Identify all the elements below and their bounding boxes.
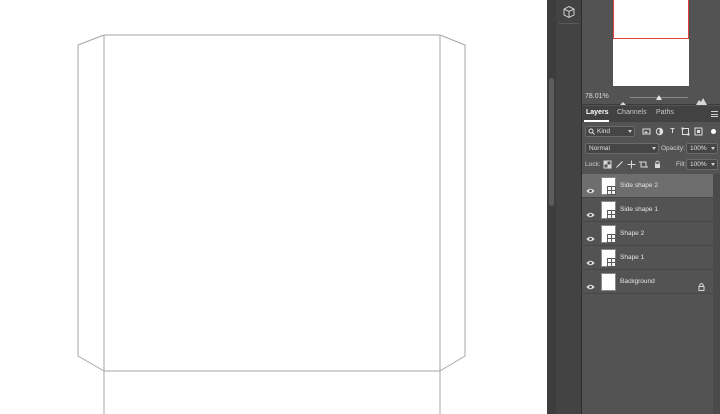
tab-layers[interactable]: Layers [586, 109, 609, 116]
image-filter-icon[interactable] [642, 127, 651, 136]
panel-menu-icon[interactable] [711, 111, 718, 117]
adjustment-filter-icon[interactable] [655, 127, 664, 136]
lock-row: Lock: Fill: 100% [582, 158, 720, 172]
eye-icon[interactable] [586, 206, 595, 218]
fill-field[interactable]: 100% [686, 159, 718, 170]
layer-row-background[interactable]: Background [582, 270, 713, 294]
layer-row-side-shape-2[interactable]: Side shape 2 [582, 174, 713, 198]
layer-thumbnail [601, 225, 616, 243]
type-filter-icon[interactable]: T [668, 127, 677, 136]
blend-row: Normal Opacity: 100% [582, 142, 720, 156]
canvas-scrollbar-thumb[interactable] [549, 78, 554, 206]
shape-layer-icon [607, 210, 616, 219]
zoom-out-icon[interactable] [619, 93, 627, 105]
tab-paths[interactable]: Paths [656, 109, 674, 116]
layer-name[interactable]: Side shape 1 [620, 206, 658, 213]
3d-cube-icon[interactable] [562, 5, 576, 19]
lock-icon[interactable] [698, 278, 705, 291]
layer-thumbnail [601, 249, 616, 267]
canvas-scrollbar[interactable] [547, 0, 556, 414]
zoom-in-icon[interactable] [696, 92, 707, 105]
lock-image-icon[interactable] [615, 160, 624, 169]
document-canvas[interactable] [0, 0, 547, 414]
lock-label: Lock: [585, 161, 601, 168]
layers-list: Side shape 2 Side shape 1 Shape 2 Shape … [582, 174, 720, 414]
filter-kind-label: Kind [597, 128, 611, 135]
shape-layer-icon [607, 186, 616, 195]
filter-kind-dropdown[interactable]: Kind [585, 126, 635, 137]
panel-dock-strip [556, 0, 582, 414]
layer-row-shape-2[interactable]: Shape 2 [582, 222, 713, 246]
dock-separator [559, 23, 579, 24]
layer-name[interactable]: Shape 2 [620, 230, 644, 237]
opacity-field[interactable]: 100% [686, 143, 718, 154]
lock-artboard-icon[interactable] [639, 160, 648, 169]
fill-value: 100% [690, 161, 707, 168]
lock-position-icon[interactable] [627, 160, 636, 169]
left-side-flap [77, 34, 105, 372]
search-icon [588, 128, 595, 135]
shape-filter-icon[interactable] [681, 127, 690, 136]
active-tab-indicator [584, 120, 609, 122]
fill-label: Fill: [676, 161, 687, 168]
layer-name[interactable]: Side shape 2 [620, 182, 658, 189]
chevron-down-icon [711, 163, 715, 166]
navigator-view-box[interactable] [613, 0, 689, 39]
chevron-down-icon [711, 147, 715, 150]
tab-channels[interactable]: Channels [617, 109, 647, 116]
layer-filter-row: Kind T [582, 125, 720, 139]
chevron-down-icon [628, 130, 632, 133]
filter-toggle-icon[interactable] [709, 127, 718, 136]
lock-all-icon[interactable] [653, 160, 662, 169]
layers-scrollbar[interactable] [713, 174, 720, 414]
zoom-slider-handle[interactable] [656, 95, 662, 100]
envelope-outline [77, 34, 466, 414]
navigator-preview[interactable] [613, 0, 689, 86]
layer-row-shape-1[interactable]: Shape 1 [582, 246, 713, 270]
shape-layer-icon [607, 258, 616, 267]
zoom-value[interactable]: 78.01% [585, 93, 609, 100]
layer-thumbnail [601, 177, 616, 195]
eye-icon[interactable] [586, 278, 595, 290]
navigator-panel: 78.01% [582, 0, 720, 105]
panel-tabs: Layers Channels Paths [582, 106, 720, 122]
chevron-down-icon [652, 147, 656, 150]
layer-name[interactable]: Shape 1 [620, 254, 644, 261]
eye-icon[interactable] [586, 182, 595, 194]
lock-transparent-icon[interactable] [603, 160, 612, 169]
right-side-flap [439, 34, 466, 372]
right-panels: 78.01% Layers Channels Paths Kind T Norm… [582, 0, 720, 414]
blend-mode-value: Normal [589, 145, 610, 152]
layer-row-side-shape-1[interactable]: Side shape 1 [582, 198, 713, 222]
eye-icon[interactable] [586, 230, 595, 242]
eye-icon[interactable] [586, 254, 595, 266]
layer-thumbnail [601, 201, 616, 219]
blend-mode-dropdown[interactable]: Normal [585, 143, 659, 154]
shape-layer-icon [607, 234, 616, 243]
layer-thumbnail [601, 273, 616, 291]
opacity-label: Opacity: [661, 145, 685, 152]
opacity-value: 100% [690, 145, 707, 152]
smart-object-filter-icon[interactable] [694, 127, 703, 136]
layer-name[interactable]: Background [620, 278, 655, 285]
